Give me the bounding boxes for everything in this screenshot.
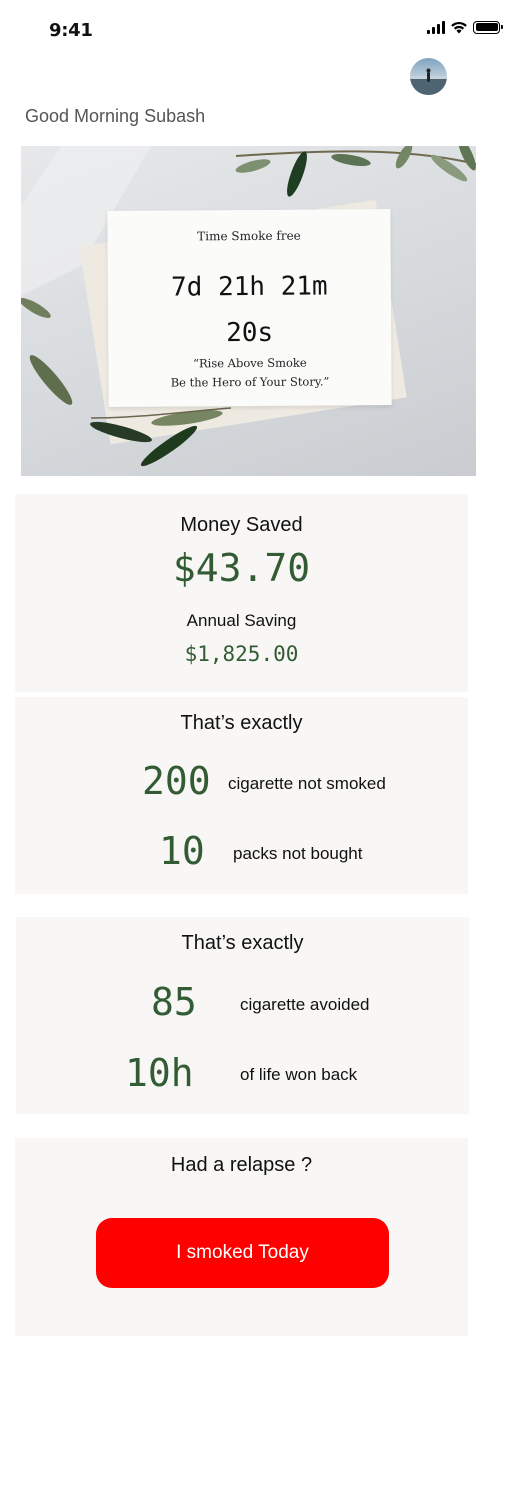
motivation-quote: “Rise Above Smoke Be the Hero of Your St…: [108, 353, 391, 393]
stats-heading: That’s exactly: [181, 932, 304, 954]
timer-line-1: 7d 21h 21m: [170, 271, 328, 303]
stats-heading: That’s exactly: [180, 712, 303, 734]
card-title: Time Smoke free: [197, 228, 301, 244]
stat-value: 85: [151, 980, 197, 1024]
stat-value: 10h: [125, 1051, 194, 1095]
smoke-free-card: Time Smoke free 7d 21h 21m 20s “Rise Abo…: [107, 209, 392, 407]
stat-label: cigarette avoided: [240, 995, 370, 1014]
cigarette-stats-panel: That’s exactly 200 cigarette not smoked …: [15, 697, 468, 894]
money-saved-title: Money Saved: [180, 514, 303, 536]
smoked-today-button[interactable]: I smoked Today: [96, 1218, 389, 1288]
stat-label: packs not bought: [233, 844, 363, 863]
avatar[interactable]: [410, 58, 447, 95]
stat-value: 200: [142, 759, 211, 803]
stat-value: 10: [159, 829, 205, 873]
quote-line-2: Be the Hero of Your Story.”: [170, 374, 330, 390]
health-stats-panel: That’s exactly 85 cigarette avoided 10h …: [16, 917, 469, 1114]
status-icons: [427, 20, 503, 34]
battery-icon: [473, 20, 503, 34]
relapse-panel: Had a relapse ? I smoked Today: [15, 1138, 468, 1336]
smoke-free-timer: 7d 21h 21m 20s: [108, 263, 392, 357]
hero-banner: Time Smoke free 7d 21h 21m 20s “Rise Abo…: [21, 146, 476, 476]
status-time: 9:41: [49, 20, 93, 41]
money-saved-panel: Money Saved $43.70 Annual Saving $1,825.…: [15, 494, 468, 692]
relapse-title: Had a relapse ?: [170, 1154, 313, 1176]
money-saved-value: $43.70: [172, 546, 311, 590]
stat-label: of life won back: [240, 1065, 358, 1084]
greeting-text: Good Morning Subash: [25, 106, 206, 126]
timer-line-2: 20s: [226, 317, 274, 349]
wifi-icon: [451, 21, 467, 34]
annual-saving-title: Annual Saving: [186, 611, 297, 630]
status-bar: 9:41: [0, 0, 512, 60]
signal-icon: [427, 20, 445, 34]
stat-label: cigarette not smoked: [228, 774, 386, 793]
quote-line-1: “Rise Above Smoke: [193, 355, 307, 371]
annual-saving-value: $1,825.00: [184, 642, 299, 666]
